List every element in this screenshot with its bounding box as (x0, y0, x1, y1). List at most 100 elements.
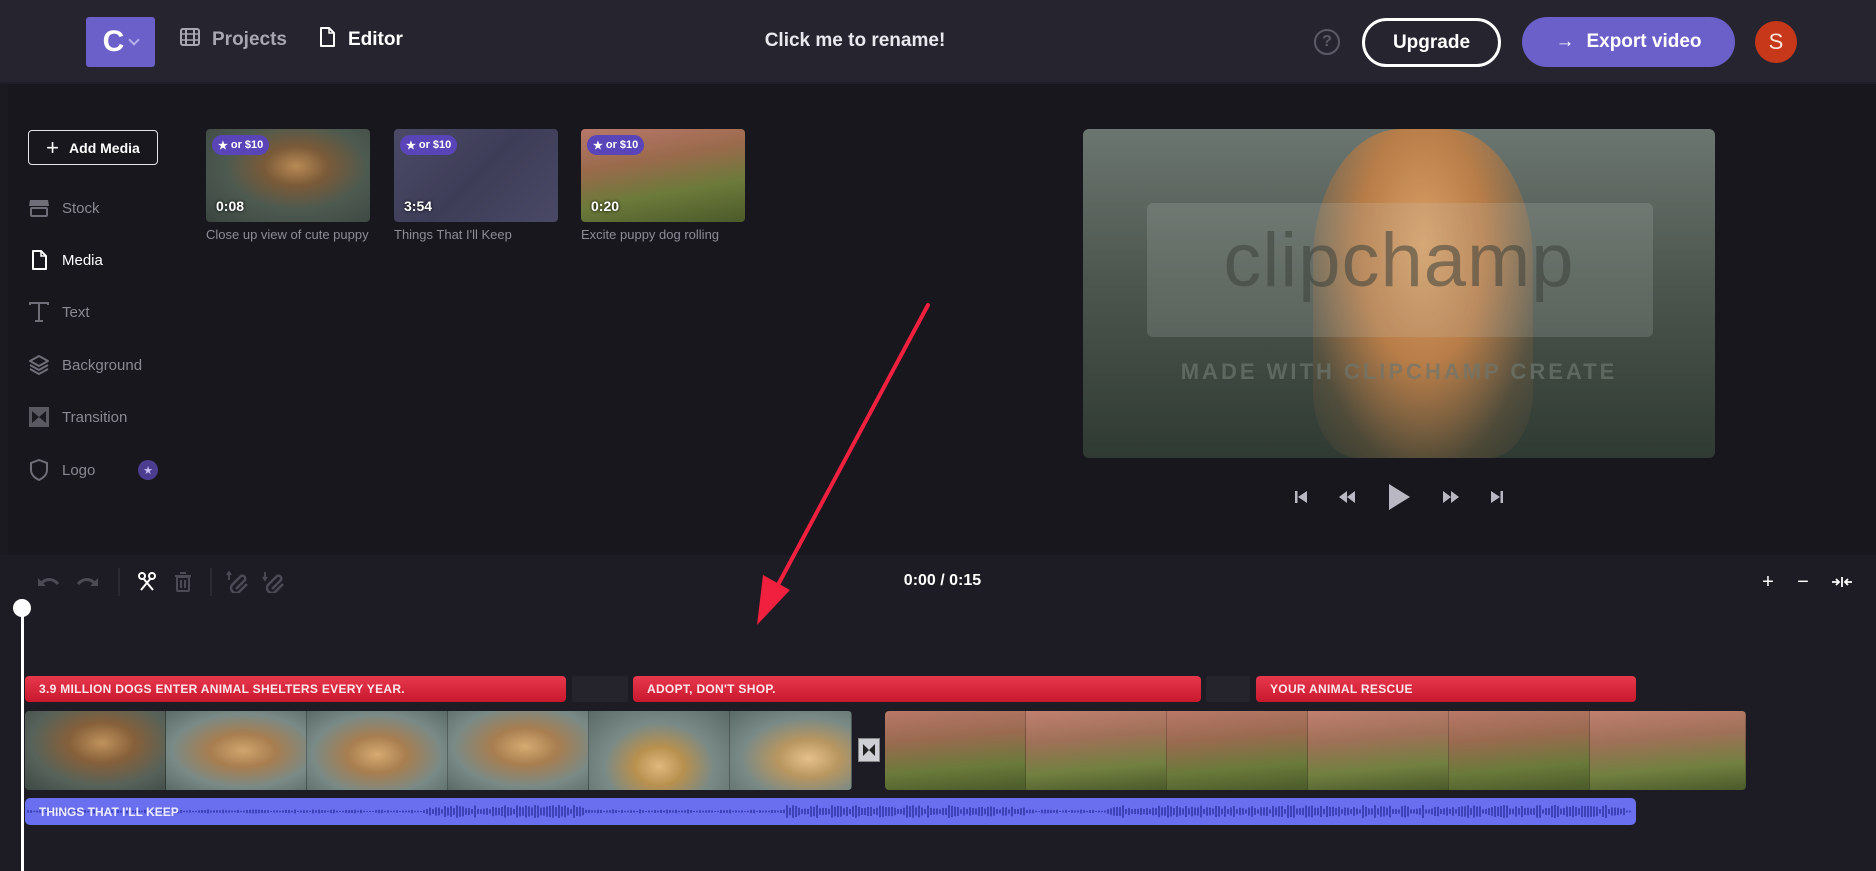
sidebar-item-transition[interactable]: Transition (28, 406, 127, 428)
watermark-logo: clipchamp (1223, 218, 1575, 303)
upgrade-button[interactable]: Upgrade (1362, 18, 1501, 67)
clip-frame (1308, 711, 1449, 790)
export-video-button[interactable]: → Export video (1522, 17, 1735, 67)
text-clip[interactable]: ADOPT, DON'T SHOP. (633, 676, 1201, 702)
sidebar-item-label: Transition (62, 408, 128, 426)
fast-forward-button[interactable] (1438, 485, 1464, 509)
clip-frame (589, 711, 730, 790)
premium-star-icon: ★ (138, 460, 158, 480)
playhead-handle[interactable] (13, 599, 31, 617)
undo-button[interactable] (36, 570, 62, 594)
redo-icon (76, 578, 98, 586)
toolbar-divider (118, 568, 120, 596)
clip-frame (166, 711, 307, 790)
media-item[interactable]: ★ or $10 3:54 (394, 129, 558, 222)
help-icon[interactable]: ? (1314, 29, 1340, 55)
rewind-button[interactable] (1334, 485, 1360, 509)
video-clip[interactable] (885, 711, 1746, 790)
premium-badge: ★ or $10 (212, 135, 270, 155)
fit-timeline-button[interactable] (1827, 570, 1857, 594)
paperclip-down-icon (262, 572, 284, 593)
track-gap (1206, 676, 1250, 702)
media-duration: 3:54 (404, 198, 433, 214)
watermark-subtitle: MADE WITH CLIPCHAMP CREATE (1180, 359, 1618, 384)
attach-before-button[interactable] (226, 570, 252, 594)
delete-button[interactable] (170, 570, 196, 594)
premium-badge: ★ or $10 (587, 135, 645, 155)
redo-button[interactable] (74, 570, 100, 594)
skip-end-button[interactable] (1488, 485, 1506, 509)
rewind-icon (1339, 491, 1355, 503)
sidebar-item-logo[interactable]: Logo (28, 459, 95, 481)
audio-clip-label: THINGS THAT I'LL KEEP (39, 805, 179, 819)
text-clip[interactable]: 3.9 MILLION DOGS ENTER ANIMAL SHELTERS E… (25, 676, 566, 702)
sidebar-item-media[interactable]: Media (28, 249, 103, 271)
paperclip-up-icon (226, 571, 248, 593)
transition-icon[interactable] (858, 738, 880, 762)
split-button[interactable] (134, 570, 160, 594)
video-clip[interactable] (25, 711, 852, 790)
text-clip-label: YOUR ANIMAL RESCUE (1270, 682, 1413, 696)
attach-after-button[interactable] (262, 570, 288, 594)
fit-icon (1832, 577, 1852, 587)
avatar[interactable]: S (1755, 21, 1797, 63)
store-icon (28, 197, 50, 219)
media-item[interactable]: ★ or $10 0:20 (581, 129, 745, 222)
clip-frame (448, 711, 589, 790)
clip-frame (885, 711, 1026, 790)
star-icon: ★ (218, 139, 228, 152)
sidebar-item-label: Stock (62, 199, 100, 217)
audio-clip[interactable]: THINGS THAT I'LL KEEP (25, 798, 1636, 825)
text-clip[interactable]: YOUR ANIMAL RESCUE (1256, 676, 1636, 702)
video-preview[interactable]: clipchamp MADE WITH CLIPCHAMP CREATE (1083, 129, 1715, 458)
trash-icon (175, 572, 191, 592)
sidebar-item-background[interactable]: Background (28, 354, 142, 376)
text-clip-label: ADOPT, DON'T SHOP. (647, 682, 776, 696)
transition-icon (28, 406, 50, 428)
scissors-icon (138, 572, 156, 591)
clip-frame (1590, 711, 1746, 790)
premium-badge: ★ or $10 (400, 135, 458, 155)
clip-frame (1449, 711, 1590, 790)
layers-icon (28, 354, 50, 376)
add-media-button[interactable]: + Add Media (28, 130, 158, 165)
media-item[interactable]: ★ or $10 0:08 (206, 129, 370, 222)
clip-frame (1167, 711, 1308, 790)
sidebar-item-text[interactable]: Text (28, 301, 90, 323)
play-button[interactable] (1384, 480, 1414, 514)
sidebar-item-label: Background (62, 356, 143, 374)
text-clip-label: 3.9 MILLION DOGS ENTER ANIMAL SHELTERS E… (39, 682, 405, 696)
skip-end-icon (1491, 491, 1503, 503)
sidebar-item-label: Text (62, 303, 90, 321)
clip-frame (1026, 711, 1167, 790)
star-icon: ★ (593, 139, 603, 152)
sidebar-item-label: Logo (62, 461, 96, 479)
playhead-line (21, 607, 24, 871)
media-caption: Excite puppy dog rolling (581, 227, 720, 242)
zoom-in-button[interactable]: + (1756, 570, 1780, 594)
export-video-label: Export video (1586, 31, 1702, 52)
document-icon (28, 249, 50, 271)
media-duration: 0:08 (216, 198, 245, 214)
top-bar: C Projects Editor Click me to rename! ? … (0, 0, 1876, 84)
zoom-out-button[interactable]: − (1791, 570, 1815, 594)
sidebar-item-stock[interactable]: Stock (28, 197, 100, 219)
clip-frame (307, 711, 448, 790)
toolbar-divider (210, 568, 212, 596)
add-media-label: Add Media (69, 139, 140, 156)
media-caption: Things That I'll Keep (394, 227, 512, 242)
play-icon (1389, 484, 1410, 510)
skip-back-icon (1295, 491, 1307, 503)
media-duration: 0:20 (591, 198, 620, 214)
clip-frame (25, 711, 166, 790)
audio-waveform (27, 805, 1631, 818)
plus-icon: + (46, 134, 60, 160)
media-caption: Close up view of cute puppy (206, 227, 369, 242)
shield-icon (28, 459, 50, 481)
fast-forward-icon (1443, 491, 1459, 503)
clip-frame (730, 711, 852, 790)
arrow-right-icon: → (1555, 31, 1575, 52)
skip-back-button[interactable] (1292, 485, 1310, 509)
star-icon: ★ (406, 139, 416, 152)
track-gap (572, 676, 628, 702)
